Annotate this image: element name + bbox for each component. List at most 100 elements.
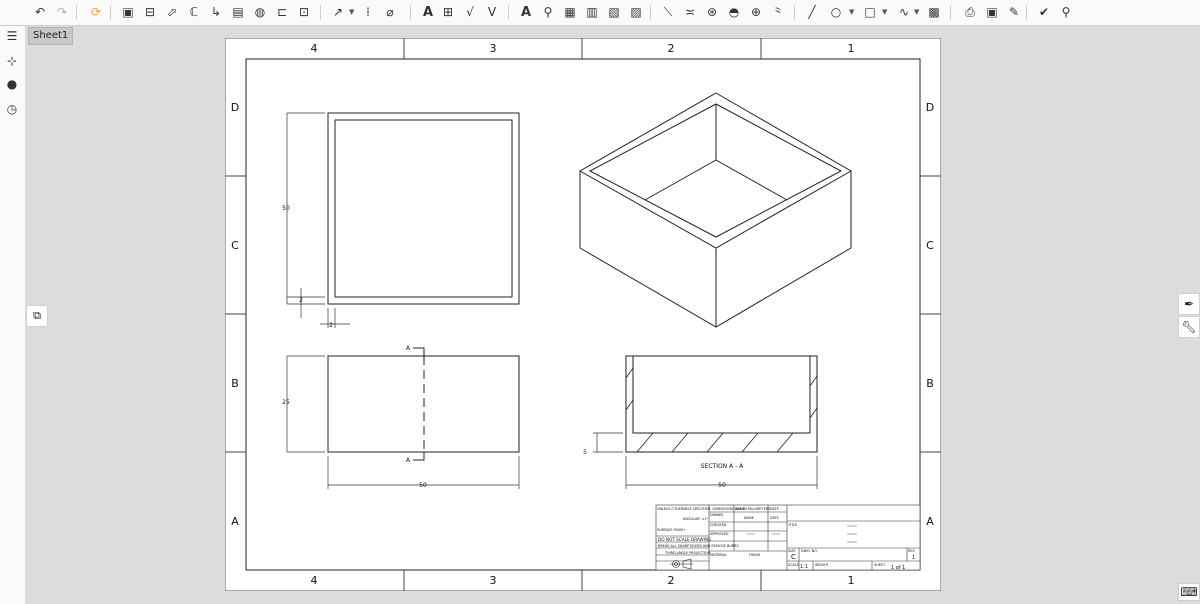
detail-view-icon[interactable]: ▤ — [230, 4, 246, 20]
dimension-icon[interactable]: ↗ — [330, 4, 346, 20]
zone-col-top: 1 — [848, 42, 855, 55]
centermark-icon[interactable]: ≍ — [682, 4, 698, 20]
dim-section-width[interactable]: 50 — [718, 482, 726, 489]
feature-list-icon[interactable]: ☰ — [4, 28, 20, 44]
toolbar-separator — [950, 5, 951, 20]
bom-table-icon[interactable]: ▥ — [584, 4, 600, 20]
insert-part-icon[interactable]: ⊹ — [4, 53, 20, 69]
redo-icon[interactable]: ↷ — [54, 4, 70, 20]
dropdown-caret-icon[interactable]: ▼ — [914, 8, 919, 16]
tb-general-note: UNLESS OTHERWISE SPECIFIED: DIMENSIONS A… — [657, 507, 770, 511]
weld-symbol-icon[interactable]: ᐯ — [484, 4, 500, 20]
text-icon[interactable]: A — [518, 4, 534, 20]
rectangle-icon[interactable]: □ — [862, 4, 878, 20]
insert-view-icon[interactable]: ▣ — [120, 4, 136, 20]
dropdown-caret-icon[interactable]: ▼ — [849, 8, 854, 16]
zone-col-bottom: 3 — [490, 574, 497, 587]
zone-col-bottom: 2 — [668, 574, 675, 587]
toolbar-separator — [508, 5, 509, 20]
centerline-icon[interactable]: ⟍ — [660, 4, 676, 20]
edge-centerline-icon[interactable]: ◓ — [726, 4, 742, 20]
appearance-icon[interactable]: ✒ — [1178, 293, 1200, 315]
dropdown-caret-icon[interactable]: ▼ — [349, 8, 354, 16]
view-cube-icon[interactable]: ⧉ — [26, 305, 48, 327]
centermark-pattern-icon[interactable]: ⊛ — [704, 4, 720, 20]
left-panel: ☰ ⊹ ● ◷ — [0, 26, 25, 604]
dim-top-height[interactable]: 50 — [282, 205, 290, 212]
break-view-icon[interactable]: ⊏ — [274, 4, 290, 20]
tb-rev-value: 1 — [912, 555, 915, 561]
stopwatch-icon[interactable]: ◷ — [4, 101, 20, 117]
toolbar-separator — [794, 5, 795, 20]
tb-break-edges: BREAK ALL SHARP EDGES AND REMOVE BURRS — [658, 544, 739, 548]
zone-col-top: 2 — [668, 42, 675, 55]
dim-section-base[interactable]: 5 — [583, 449, 587, 456]
note-icon[interactable]: A — [420, 4, 436, 20]
line-icon[interactable]: ╱ — [804, 4, 820, 20]
tb-title-label: TITLE — [787, 523, 797, 527]
auxiliary-view-icon[interactable]: ⬀ — [164, 4, 180, 20]
tb-name-header: NAME — [735, 507, 745, 511]
spline-icon[interactable]: ∿ — [896, 4, 912, 20]
undo-icon[interactable]: ↶ — [32, 4, 48, 20]
tb-finish-label: SURFACE FINISH — [657, 528, 685, 532]
tb-scale-label: SCALE — [788, 563, 799, 567]
keyboard-icon[interactable]: ⌨ — [1178, 583, 1200, 601]
zone-col-bottom: 1 — [848, 574, 855, 587]
callout-icon[interactable]: ⚲ — [540, 4, 556, 20]
zone-col-top: 4 — [311, 42, 318, 55]
surface-finish-icon[interactable]: √ — [462, 4, 478, 20]
aligned-section-icon[interactable]: ↳ — [208, 4, 224, 20]
tool-wrench-icon[interactable]: 🔧︎ — [1178, 316, 1200, 338]
broken-view-icon[interactable]: ◍ — [252, 4, 268, 20]
toolbar-separator — [76, 5, 77, 20]
zone-row-right: A — [926, 515, 934, 528]
tb-size-value: C — [791, 553, 796, 561]
section-title: SECTION A - A — [701, 463, 744, 470]
zone-col-top: 3 — [490, 42, 497, 55]
check-icon[interactable]: ✔ — [1036, 4, 1052, 20]
tb-scale-value: 1:1 — [800, 564, 808, 570]
toolbar-separator — [320, 5, 321, 20]
tb-projection: THIRD ANGLE PROJECTION — [664, 551, 711, 555]
update-icon[interactable]: ⟳ — [88, 4, 104, 20]
revision-table-icon[interactable]: ▨ — [628, 4, 644, 20]
toolbar-separator — [1026, 5, 1027, 20]
tb-sheet-label: SHEET — [874, 563, 886, 567]
crop-view-icon[interactable]: ⊡ — [296, 4, 312, 20]
hole-table-icon[interactable]: ▧ — [606, 4, 622, 20]
tb-drawn-date: DATE — [770, 516, 779, 520]
hatch-icon[interactable]: ▩ — [926, 4, 942, 20]
dim-front-width[interactable]: 50 — [419, 482, 427, 489]
projected-view-icon[interactable]: ⊟ — [142, 4, 158, 20]
zone-row-left: C — [231, 239, 239, 252]
comments-icon[interactable]: ● — [4, 76, 20, 92]
tb-angular-note: ANGULAR: ±1° — [683, 517, 709, 521]
zone-row-left: B — [231, 377, 239, 390]
sheet-tab[interactable]: Sheet1 — [28, 27, 74, 45]
ordinate-dimension-icon[interactable]: ⁞ — [360, 4, 376, 20]
image-icon[interactable]: ▣ — [984, 4, 1000, 20]
pen-icon[interactable]: ✎ — [1006, 4, 1022, 20]
toolbar: ↶ ↷ ⟳ ▣ ⊟ ⬀ ℂ ↳ ▤ ◍ ⊏ ⊡ ↗ ⁞ ⌀ A ⊞ √ ᐯ A ⚲ ▦ ▥ ▧ ▨ ⟍ ≍ ⊛ ◓ ⊕ ⺀ ╱ ○ □ ∿ ▩ ⎙ ▣ ✎ ✔… — [0, 0, 1200, 26]
dim-top-wall-x[interactable]: 2 — [329, 322, 333, 329]
datum-icon[interactable]: ⊞ — [440, 4, 456, 20]
circle-icon[interactable]: ○ — [828, 4, 844, 20]
tb-date-header: DATE — [770, 507, 779, 511]
hole-callout-icon[interactable]: ⌀ — [382, 4, 398, 20]
toolbar-separator — [410, 5, 411, 20]
zone-row-left: D — [231, 101, 239, 114]
centermark-point-icon[interactable]: ⊕ — [748, 4, 764, 20]
thread-icon[interactable]: ⺀ — [770, 4, 786, 20]
table-icon[interactable]: ▦ — [562, 4, 578, 20]
tb-drawn-name: NAME — [744, 516, 754, 520]
export-icon[interactable]: ⎙ — [962, 4, 978, 20]
zone-row-left: A — [231, 515, 239, 528]
dropdown-caret-icon[interactable]: ▼ — [882, 8, 887, 16]
inspect-icon[interactable]: ⚲ — [1058, 4, 1074, 20]
dim-front-height[interactable]: 25 — [282, 399, 290, 406]
zone-row-right: D — [926, 101, 934, 114]
tb-checked-label: CHECKED — [710, 523, 727, 527]
dim-top-wall-y[interactable]: 2 — [299, 297, 303, 304]
section-view-icon[interactable]: ℂ — [186, 4, 202, 20]
